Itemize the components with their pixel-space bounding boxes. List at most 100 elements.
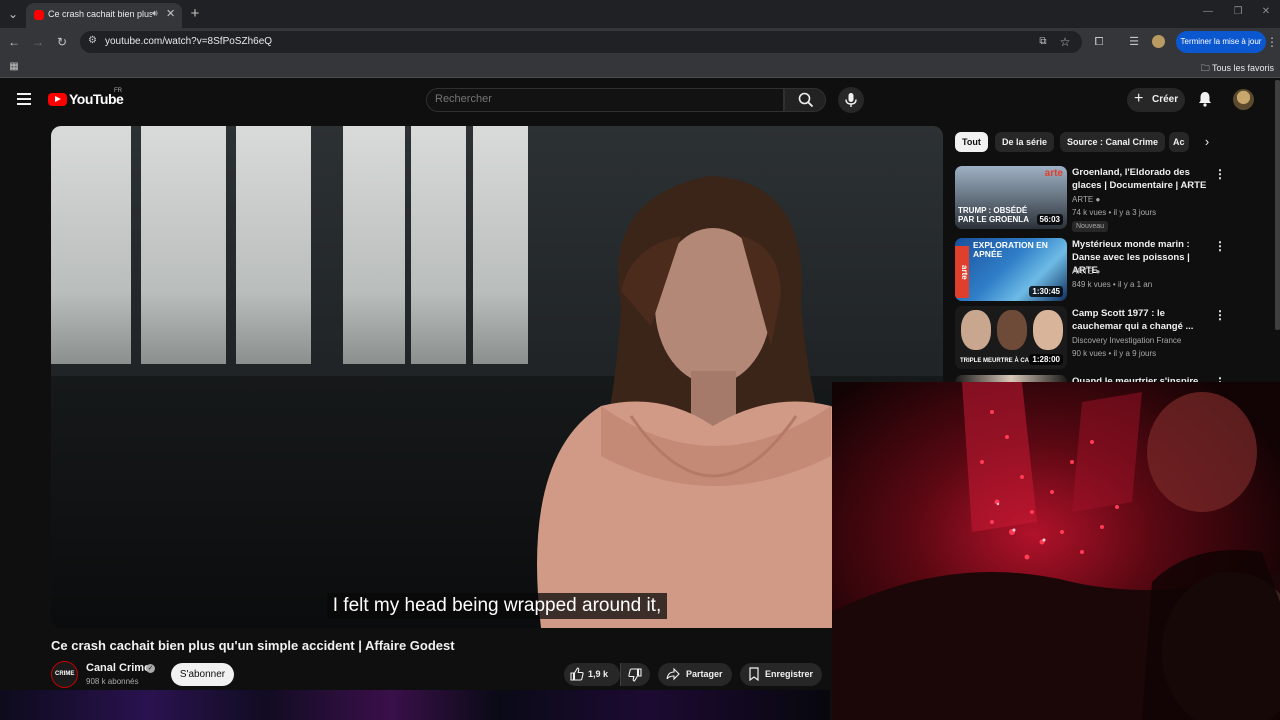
video-window-pane bbox=[411, 126, 466, 364]
verified-icon: ✓ bbox=[146, 664, 155, 673]
rec-thumbnail[interactable]: arte TRUMP : OBSÉDÉ PAR LE GROENLA 56:03 bbox=[955, 166, 1067, 229]
rec-title[interactable]: Camp Scott 1977 : le cauchemar qui a cha… bbox=[1072, 307, 1210, 333]
plus-icon: + bbox=[1134, 90, 1144, 107]
arte-logo: arte bbox=[955, 246, 969, 298]
apps-grid-icon[interactable]: ▦ bbox=[6, 59, 22, 75]
share-icon bbox=[666, 667, 680, 681]
rec-meta: 90 k vues • il y a 9 jours bbox=[1072, 349, 1157, 358]
rec-title[interactable]: Quand le meurtrier s'inspire de bbox=[1072, 375, 1210, 382]
youtube-play-icon bbox=[48, 93, 67, 106]
search-icon bbox=[798, 92, 814, 108]
browser-tab[interactable]: Ce crash cachait bien plus q 🔊︎ ✕ bbox=[26, 3, 182, 28]
youtube-header: YouTube FR + Créer bbox=[0, 80, 1280, 120]
menu-icon[interactable] bbox=[17, 93, 31, 105]
new-tab-icon[interactable]: + bbox=[186, 5, 204, 23]
save-playlist-icon bbox=[749, 667, 759, 681]
like-button[interactable]: 1,9 k bbox=[564, 663, 620, 686]
more-options-icon[interactable]: ⋮ bbox=[1214, 168, 1226, 180]
thumb-caption: TRIPLE MEURTRE À CA bbox=[960, 358, 1029, 364]
rec-title[interactable]: Groenland, l'Eldorado des glaces | Docum… bbox=[1072, 166, 1210, 192]
restore-icon[interactable]: ❐ bbox=[1228, 6, 1248, 17]
rec-meta: 74 k vues • il y a 3 jours bbox=[1072, 208, 1157, 217]
new-badge: Nouveau bbox=[1072, 221, 1109, 232]
back-icon[interactable]: ← bbox=[6, 34, 22, 50]
video-duration: 56:03 bbox=[1036, 214, 1063, 225]
page-scrollbar[interactable] bbox=[1275, 80, 1280, 330]
tab-title: Ce crash cachait bien plus q bbox=[48, 9, 152, 19]
channel-avatar-text: CRIME bbox=[55, 671, 75, 677]
voice-search-button[interactable] bbox=[838, 87, 864, 113]
rec-channel[interactable]: Discovery Investigation France bbox=[1072, 336, 1181, 345]
speaker-icon[interactable]: 🔊︎ bbox=[152, 8, 158, 19]
install-app-icon[interactable]: ⧉ bbox=[1035, 34, 1051, 50]
share-label: Partager bbox=[686, 669, 723, 679]
verified-icon: ● bbox=[1095, 267, 1101, 276]
more-options-icon[interactable]: ⋮ bbox=[1214, 309, 1226, 321]
webcam-overlay bbox=[832, 382, 1280, 720]
chip-more[interactable]: Ac bbox=[1169, 132, 1189, 152]
more-options-icon[interactable]: ⋮ bbox=[1214, 240, 1226, 252]
thumb-caption: TRUMP : OBSÉDÉ PAR LE GROENLA bbox=[958, 206, 1029, 224]
rec-channel-name: ARTE bbox=[1072, 195, 1094, 204]
update-button[interactable]: Terminer la mise à jour bbox=[1176, 31, 1266, 53]
address-bar[interactable]: ⚙︎ youtube.com/watch?v=8SfPoSZh6eQ bbox=[80, 31, 1082, 53]
youtube-favicon-icon bbox=[34, 10, 44, 20]
video-window-pane bbox=[51, 126, 131, 364]
create-label: Créer bbox=[1152, 94, 1179, 105]
thumb-face bbox=[997, 310, 1027, 350]
search-box[interactable] bbox=[426, 88, 784, 112]
chip-all[interactable]: Tout bbox=[955, 132, 988, 152]
rec-thumbnail[interactable]: arte EXPLORATION EN APNÉE 1:30:45 bbox=[955, 238, 1067, 301]
search-button[interactable] bbox=[784, 88, 826, 112]
video-subtitle: I felt my head being wrapped around it, bbox=[51, 593, 943, 619]
browser-toolbar: ← → ↻ ⚙︎ youtube.com/watch?v=8SfPoSZh6eQ… bbox=[0, 28, 1280, 56]
notifications-bell-icon[interactable] bbox=[1196, 90, 1214, 108]
like-count: 1,9 k bbox=[588, 669, 609, 679]
thumb-caption: EXPLORATION EN APNÉE bbox=[973, 240, 1048, 259]
all-bookmarks-link[interactable]: 🗀︎ Tous les favoris bbox=[1201, 61, 1274, 77]
user-avatar[interactable] bbox=[1233, 89, 1254, 110]
subscriber-count: 908 k abonnés bbox=[86, 677, 139, 686]
chips-next-icon[interactable]: › bbox=[1199, 134, 1215, 150]
rec-meta: 849 k vues • il y a 1 an bbox=[1072, 280, 1153, 289]
thumb-face bbox=[961, 310, 991, 350]
reload-icon[interactable]: ↻ bbox=[54, 34, 70, 50]
browser-tab-bar: ⌄ Ce crash cachait bien plus q 🔊︎ ✕ + — … bbox=[0, 0, 1280, 28]
tab-close-icon[interactable]: ✕ bbox=[166, 7, 175, 20]
rec-channel[interactable]: ARTE ● bbox=[1072, 267, 1100, 276]
forward-icon[interactable]: → bbox=[30, 34, 46, 50]
arte-logo: arte bbox=[1044, 168, 1063, 179]
channel-avatar[interactable]: CRIME bbox=[51, 661, 78, 688]
video-window-pane bbox=[343, 126, 405, 364]
rec-thumbnail[interactable]: TRIPLE MEURTRE À CA 1:28:00 bbox=[955, 306, 1067, 369]
window-close-icon[interactable]: ✕ bbox=[1256, 6, 1276, 17]
search-input[interactable] bbox=[435, 93, 765, 105]
subtitle-text: I felt my head being wrapped around it, bbox=[326, 593, 668, 619]
share-button[interactable]: Partager bbox=[658, 663, 732, 686]
microphone-icon bbox=[845, 93, 857, 107]
channel-name[interactable]: Canal Crime bbox=[86, 662, 150, 674]
thumb-face bbox=[1033, 310, 1063, 350]
thumbs-down-icon bbox=[628, 668, 642, 682]
subscribe-button[interactable]: S'abonner bbox=[171, 663, 234, 686]
chip-series[interactable]: De la série bbox=[995, 132, 1055, 152]
site-info-icon[interactable]: ⚙︎ bbox=[88, 35, 97, 46]
save-button[interactable]: Enregistrer bbox=[740, 663, 822, 686]
rec-thumbnail[interactable] bbox=[955, 375, 1067, 382]
video-window-pane bbox=[236, 126, 311, 364]
profile-icon[interactable] bbox=[1150, 34, 1166, 50]
rec-channel[interactable]: ARTE ● bbox=[1072, 195, 1100, 204]
video-player[interactable]: I felt my head being wrapped around it, bbox=[51, 126, 943, 628]
minimize-icon[interactable]: — bbox=[1198, 6, 1218, 17]
extensions-icon[interactable]: ⧠ bbox=[1091, 34, 1107, 50]
dislike-button[interactable] bbox=[620, 663, 650, 686]
chrome-menu-icon[interactable]: ⋮ bbox=[1264, 34, 1280, 50]
video-duration: 1:28:00 bbox=[1029, 354, 1063, 365]
country-code: FR bbox=[114, 88, 122, 94]
tab-search-icon[interactable]: ⌄ bbox=[4, 5, 22, 23]
chip-source[interactable]: Source : Canal Crime bbox=[1060, 132, 1166, 152]
bookmark-star-icon[interactable]: ☆ bbox=[1057, 34, 1073, 50]
create-button[interactable]: + Créer bbox=[1127, 88, 1185, 112]
reading-list-icon[interactable]: ☰ bbox=[1126, 34, 1142, 50]
description-banner-image bbox=[0, 690, 830, 720]
